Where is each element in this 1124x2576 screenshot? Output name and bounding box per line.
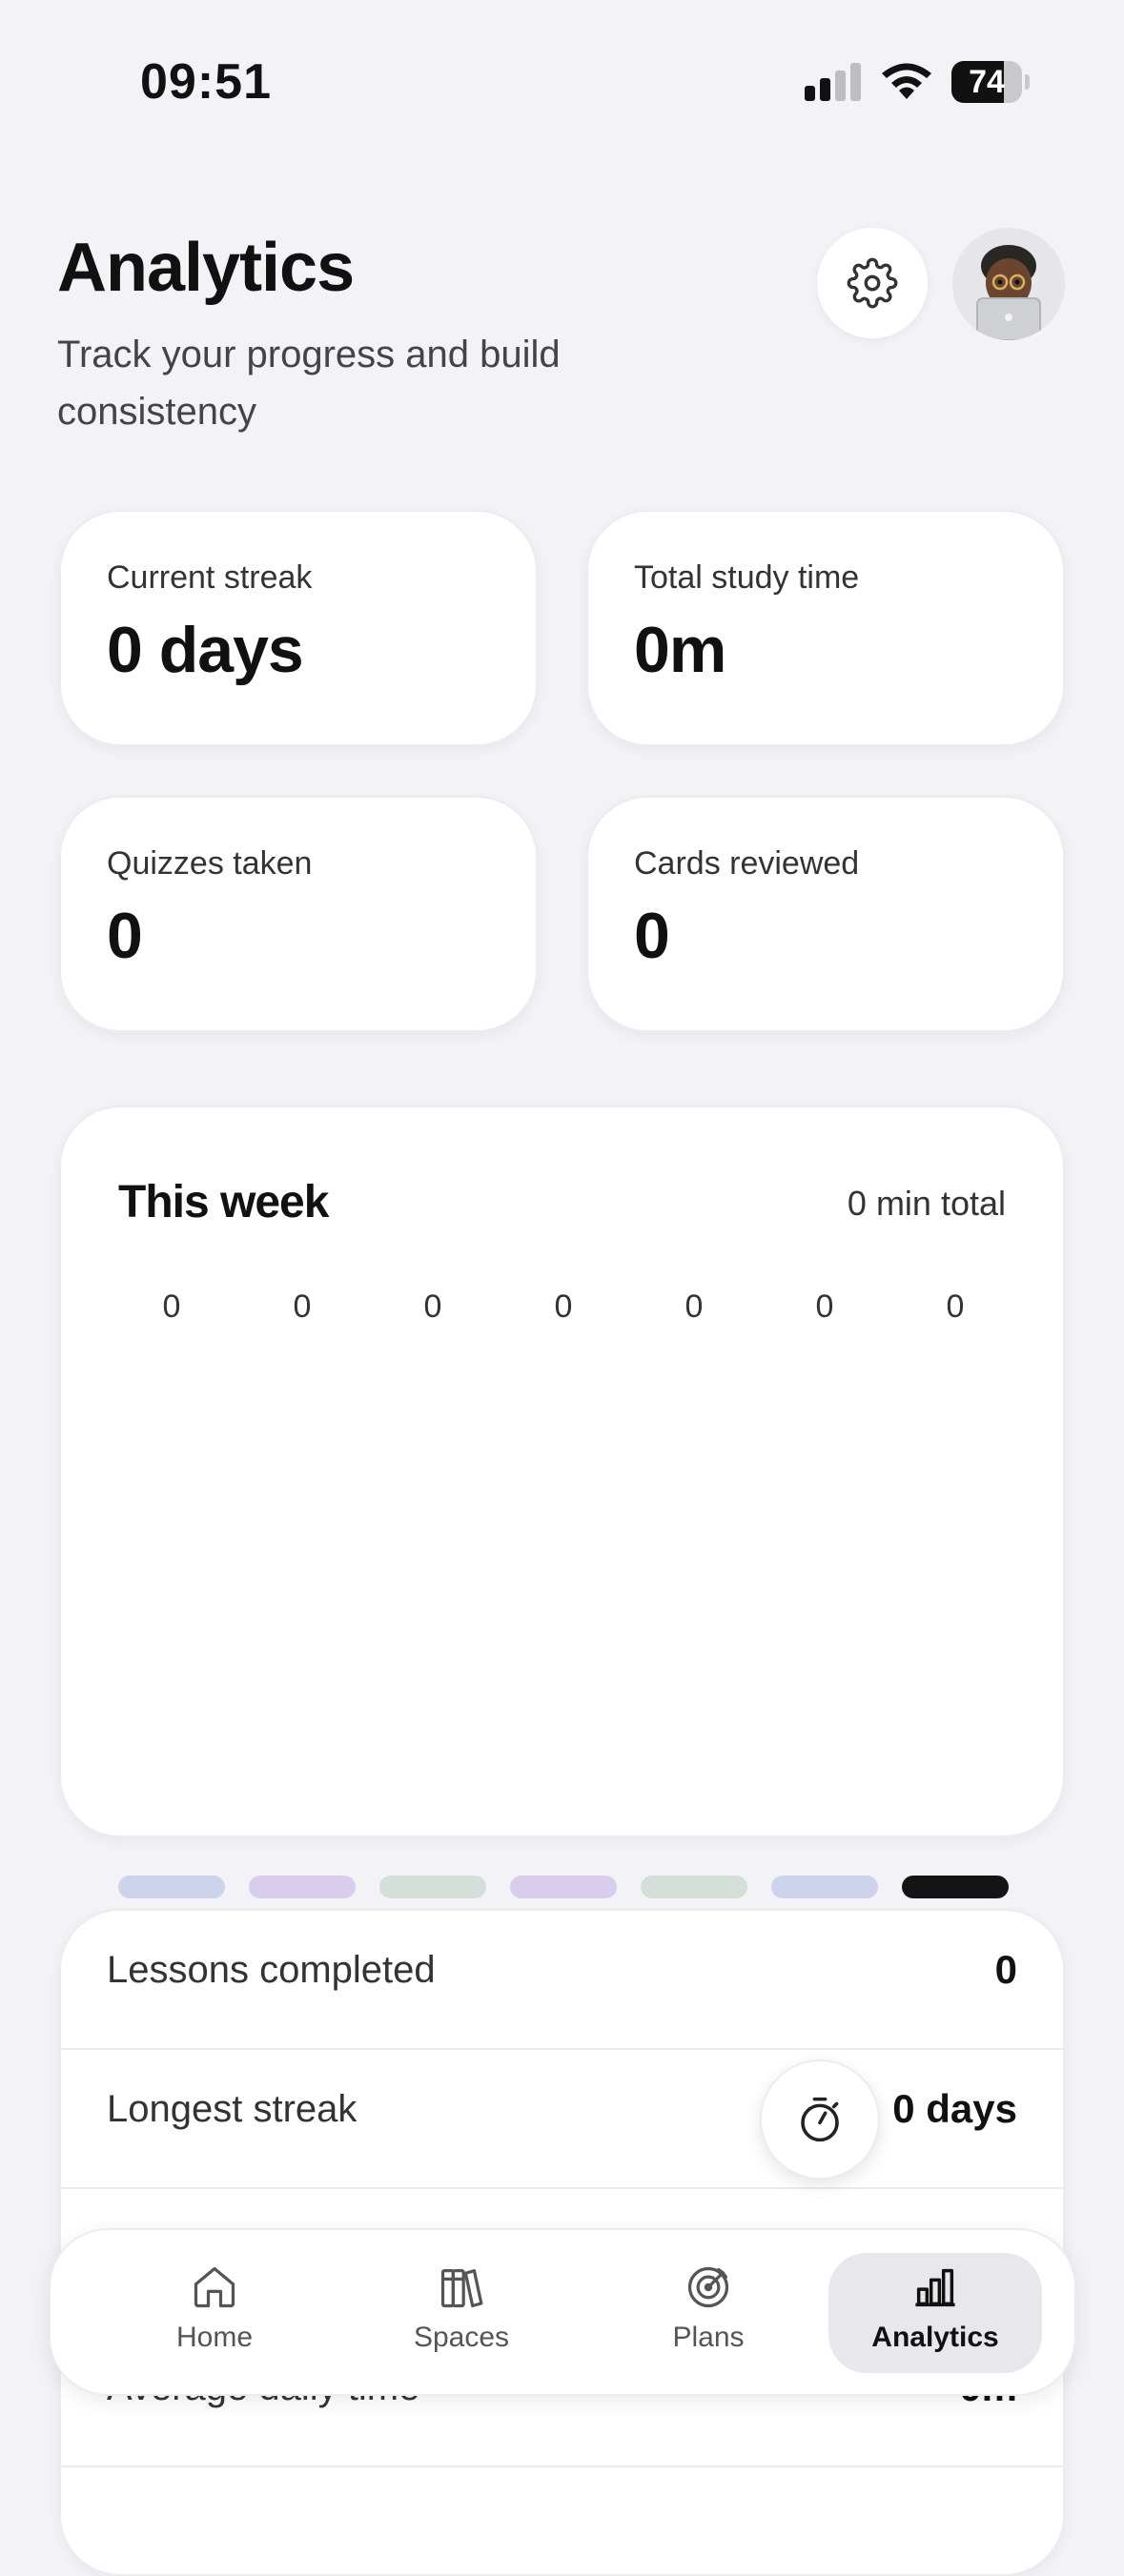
tab-home[interactable]: Home [108,2253,321,2373]
bar-value-label: 0 [946,1288,965,1325]
stat-label: Total study time [634,559,860,596]
bar-value-label: 0 [162,1288,181,1325]
bar-column: 0F [118,1288,225,1955]
gear-icon [847,257,898,309]
row-label: Longest streak [107,2088,358,2130]
stat-card-current-streak: Current streak 0 days [59,510,538,746]
row-value: 0 [994,1947,1017,1992]
bar-column: 0W [771,1288,878,1955]
bar-column: 0M [510,1288,617,1955]
chart-title: This week [118,1177,329,1227]
home-icon [194,2266,235,2308]
bar-column: 0S [249,1288,356,1955]
bar-value-label: 0 [815,1288,834,1325]
settings-button[interactable] [817,228,928,338]
page-title: Analytics [57,230,355,306]
profile-avatar[interactable] [952,228,1065,340]
stat-value: 0 days [107,614,304,686]
bar-baseline-pill [771,1876,878,1898]
tab-label: Home [175,2322,254,2353]
stopwatch-icon [801,2097,839,2142]
bar-chart-icon [915,2268,955,2307]
books-icon [440,2269,483,2308]
stat-label: Quizzes taken [107,845,313,882]
battery-level: 74 [969,64,1005,100]
wifi-icon [882,63,931,99]
stat-card-total-study-time: Total study time 0m [586,510,1065,746]
bar-column: 0T [902,1288,1009,1955]
stat-value: 0 [107,900,143,972]
row-value: 0 days [892,2086,1017,2131]
list-row-longest-streak: Longest streak 0 days [61,2050,1063,2189]
bar-baseline-pill [379,1876,486,1898]
study-timer-button[interactable] [760,2059,880,2180]
weekly-chart-card: This week 0 min total 0F0S0S0M0T0W0T [59,1105,1065,1955]
tab-spaces[interactable]: Spaces [355,2253,568,2373]
chart-total: 0 min total [847,1184,1006,1223]
tab-label: Analytics [871,2322,999,2353]
bar-baseline-pill [249,1876,356,1898]
tab-label: Plans [672,2322,745,2353]
bottom-tab-bar: Home Spaces Plans Analytics [49,2228,1076,2396]
bar-value-label: 0 [423,1288,442,1325]
bar-baseline-pill [902,1876,1009,1898]
bar-baseline-pill [641,1876,747,1898]
stat-card-cards-reviewed: Cards reviewed 0 [586,796,1065,1032]
stat-label: Cards reviewed [634,845,860,882]
bar-column: 0T [641,1288,747,1955]
stat-value: 0m [634,614,726,686]
tab-plans[interactable]: Plans [602,2253,815,2373]
tab-label: Spaces [413,2322,510,2353]
cellular-signal-icon [805,63,861,101]
bar-baseline-pill [118,1876,225,1898]
target-icon [687,2266,729,2308]
bar-column: 0S [379,1288,486,1955]
status-bar: 09:51 74 [0,0,1124,162]
tab-analytics[interactable]: Analytics [828,2253,1042,2373]
page-subtitle: Track your progress and build consistenc… [57,334,561,433]
stat-value: 0 [634,900,670,972]
status-time: 09:51 [140,54,272,110]
battery-indicator: 74 [951,61,1030,103]
list-row-lessons-completed: Lessons completed 0 [61,1911,1063,2050]
bar-value-label: 0 [293,1288,312,1325]
bar-value-label: 0 [685,1288,704,1325]
bar-baseline-pill [510,1876,617,1898]
stat-card-quizzes-taken: Quizzes taken 0 [59,796,538,1032]
row-label: Lessons completed [107,1949,436,1991]
stat-label: Current streak [107,559,313,596]
memoji-avatar-icon [952,228,1065,340]
bar-value-label: 0 [554,1288,573,1325]
